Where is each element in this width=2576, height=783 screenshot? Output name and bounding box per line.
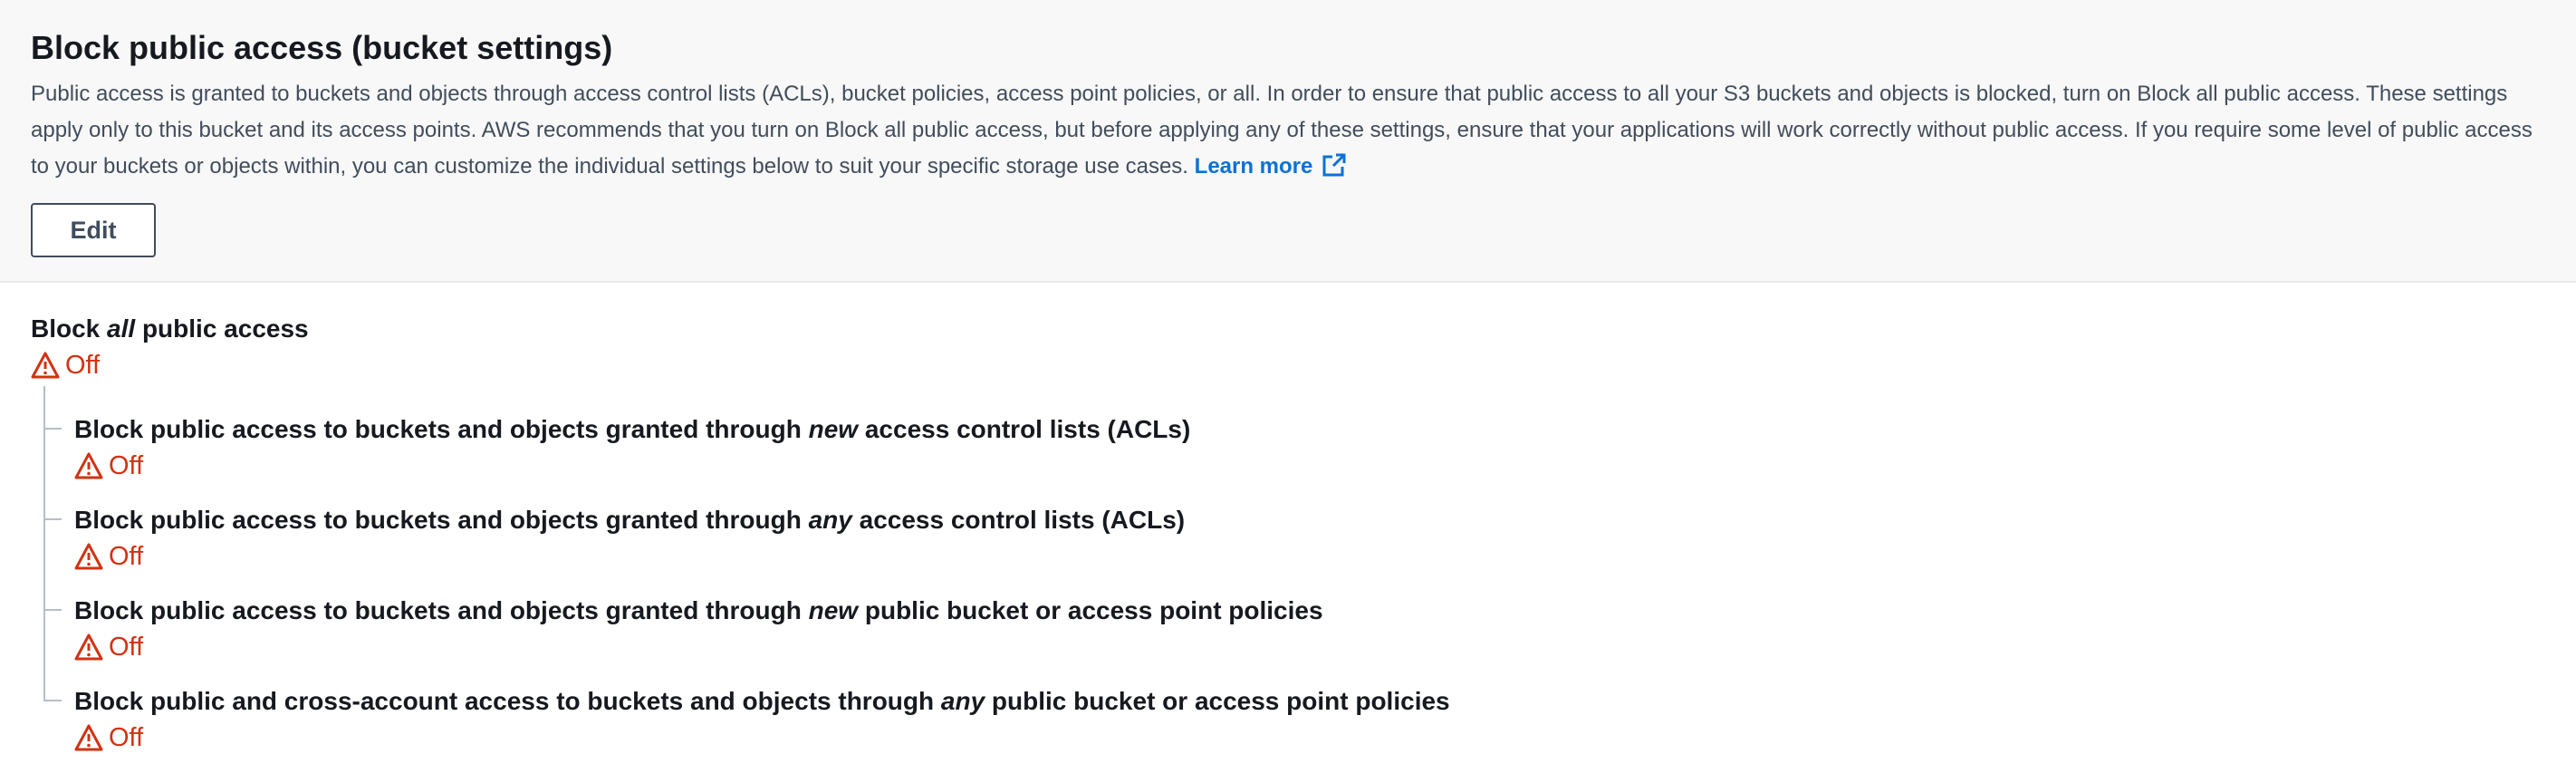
- setting-any-acls-label: Block public access to buckets and objec…: [74, 503, 1185, 537]
- setting-new-policies-status: Off: [74, 630, 143, 664]
- status-text: Off: [109, 542, 144, 571]
- setting-label-emphasis: any: [808, 506, 852, 534]
- block-all-status: Off: [31, 348, 100, 382]
- setting-label-suffix: public bucket or access point policies: [858, 596, 1323, 624]
- tree-connector-tick: [43, 518, 62, 520]
- warning-icon: [74, 543, 103, 570]
- setting-label-emphasis: any: [940, 687, 985, 715]
- status-text: Off: [109, 451, 144, 480]
- tree-connector-tick: [43, 428, 62, 430]
- external-link-icon: [1322, 153, 1346, 177]
- tree-connector-tick: [43, 700, 62, 701]
- block-all-suffix: public access: [135, 314, 309, 343]
- edit-button[interactable]: Edit: [31, 203, 156, 257]
- tree-connector-line: [43, 386, 45, 701]
- setting-label-emphasis: new: [808, 415, 859, 443]
- setting-new-policies-label: Block public access to buckets and objec…: [74, 594, 1323, 628]
- learn-more-label: Learn more: [1194, 154, 1313, 179]
- warning-icon: [31, 352, 60, 379]
- warning-icon: [74, 633, 103, 661]
- learn-more-link[interactable]: Learn more: [1194, 153, 1348, 179]
- setting-any-policies-label: Block public and cross-account access to…: [74, 684, 1450, 719]
- warning-icon: [74, 452, 103, 479]
- setting-label-suffix: access control lists (ACLs): [858, 415, 1191, 443]
- setting-new-acls-label: Block public access to buckets and objec…: [74, 412, 1190, 447]
- block-all-label: Block all public access: [31, 312, 309, 346]
- setting-label-prefix: Block public access to buckets and objec…: [74, 506, 809, 534]
- description-text: Public access is granted to buckets and …: [31, 76, 2540, 185]
- warning-icon: [74, 724, 103, 751]
- setting-any-policies-status: Off: [74, 720, 143, 755]
- setting-any-acls-status: Off: [74, 539, 143, 574]
- status-text: Off: [109, 633, 144, 662]
- setting-label-prefix: Block public and cross-account access to…: [74, 687, 941, 715]
- tree-connector-tick: [43, 609, 62, 611]
- setting-label-emphasis: new: [808, 596, 859, 624]
- setting-label-prefix: Block public access to buckets and objec…: [74, 596, 809, 624]
- setting-label-suffix: access control lists (ACLs): [851, 506, 1186, 534]
- setting-label-suffix: public bucket or access point policies: [985, 687, 1450, 715]
- block-all-emphasis: all: [107, 314, 136, 343]
- block-all-prefix: Block: [31, 314, 108, 343]
- setting-label-prefix: Block public access to buckets and objec…: [74, 415, 809, 443]
- settings-header-panel: Block public access (bucket settings) Pu…: [0, 0, 2576, 283]
- setting-new-acls-status: Off: [74, 449, 143, 483]
- block-all-status-text: Off: [65, 351, 101, 380]
- page-title: Block public access (bucket settings): [31, 29, 613, 66]
- status-text: Off: [109, 723, 144, 752]
